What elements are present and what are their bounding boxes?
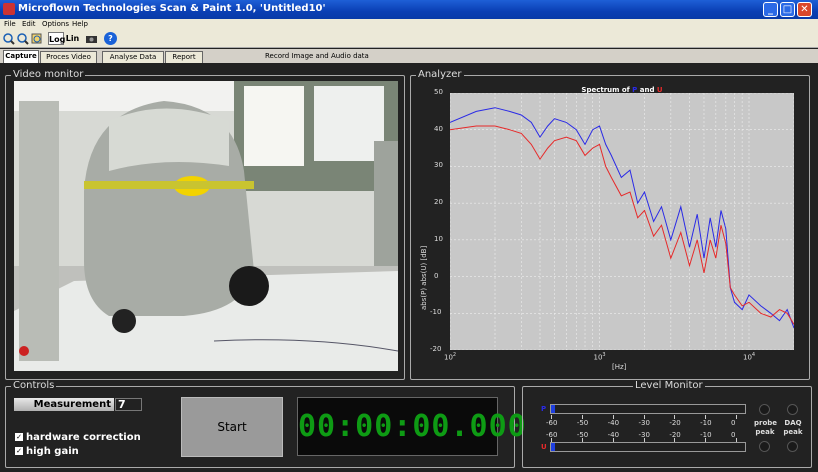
title-bar: Microflown Technologies Scan & Paint 1.0… [0, 0, 818, 19]
y-tick-label: 40 [434, 124, 443, 133]
hardware-correction-label: hardware correction [26, 432, 141, 443]
level-scale-tick [736, 415, 737, 419]
zoom-in-icon[interactable] [3, 33, 15, 45]
daq-peak-led-p [787, 404, 798, 415]
daq-peak-led-u [787, 441, 798, 452]
menu-file[interactable]: File [4, 20, 16, 28]
probe-peak-led-u [759, 441, 770, 452]
p-level-fill [551, 405, 555, 413]
level-monitor-label: Level Monitor [633, 380, 705, 391]
video-monitor-label: Video monitor [11, 69, 86, 80]
lin-button[interactable]: Lin [65, 32, 80, 45]
x-tick-label: 102 [444, 352, 457, 362]
x-axis-label: [Hz] [612, 363, 627, 371]
daq-peak-label-line2: peak [783, 428, 803, 436]
chart-title: Spectrum of P and U [450, 86, 794, 94]
chart-title-prefix: Spectrum of [581, 86, 633, 94]
measurement-value[interactable]: 7 [115, 398, 142, 411]
y-tick-label: 50 [434, 88, 443, 96]
help-icon[interactable]: ? [104, 32, 117, 45]
y-tick-label: -10 [430, 308, 442, 317]
start-button[interactable]: Start [181, 397, 283, 457]
zoom-fit-icon[interactable] [31, 33, 43, 45]
y-tick-label: 10 [434, 234, 443, 243]
level-scale-tick [643, 415, 645, 419]
tab-proces-video[interactable]: Proces Video [40, 51, 97, 63]
window-title: Microflown Technologies Scan & Paint 1.0… [18, 3, 326, 14]
tab-bar: Capture Proces Video Analyse Data Report… [0, 49, 818, 63]
menu-bar: File Edit Options Help [0, 19, 818, 30]
y-tick-label: -20 [430, 345, 442, 353]
tab-report[interactable]: Report [165, 51, 203, 63]
hardware-correction-checkbox[interactable]: ✓ hardware correction [15, 432, 141, 443]
y-axis-label: abs(P) abs(U) [dB] [420, 245, 428, 310]
tab-analyse-data[interactable]: Analyse Data [102, 51, 164, 63]
level-scale-label: -10 [700, 419, 712, 427]
level-scale-tick [581, 415, 583, 419]
chart-title-and: and [637, 86, 657, 94]
probe-peak-label: probe peak [754, 419, 778, 437]
menu-help[interactable]: Help [72, 20, 88, 28]
checkbox-icon[interactable]: ✓ [15, 433, 23, 441]
video-frame-image [14, 81, 398, 371]
app-icon [3, 3, 15, 15]
p-level-meter [550, 404, 746, 414]
video-feed [14, 81, 398, 371]
menu-options[interactable]: Options [42, 20, 69, 28]
toolbar: Log Lin ? [0, 30, 818, 48]
analyzer-label: Analyzer [416, 69, 464, 80]
x-tick-label: 104 [742, 352, 756, 362]
tab-capture[interactable]: Capture [3, 50, 39, 63]
level-scale-label: 0 [731, 419, 736, 427]
level-scale-label: -60 [546, 419, 558, 427]
measurement-label: Measurement [14, 398, 114, 411]
record-info: Record Image and Audio data [265, 52, 369, 60]
daq-peak-label-line1: DAQ [784, 419, 802, 427]
level-scale-tick [705, 415, 707, 419]
level-scale-tick [612, 415, 614, 419]
probe-peak-label-line2: peak [755, 428, 775, 436]
probe-peak-label-line1: probe [754, 419, 778, 427]
timer-display: 00:00:00.000 [297, 397, 526, 456]
spectrum-chart [449, 92, 795, 351]
u-level-meter [550, 442, 746, 452]
checkbox-icon[interactable]: ✓ [15, 447, 23, 455]
level-scale-label: -50 [576, 419, 589, 427]
x-tick-label: 103 [593, 352, 606, 362]
log-button[interactable]: Log [48, 32, 65, 45]
y-tick-label: 0 [434, 271, 439, 280]
u-level-fill [551, 443, 555, 451]
p-meter-label: P [541, 405, 547, 413]
level-scale-label: -20 [669, 419, 681, 427]
probe-peak-led-p [759, 404, 770, 415]
level-scale-label: -30 [638, 419, 650, 427]
high-gain-label: high gain [26, 446, 79, 457]
level-scale-label: -40 [607, 419, 620, 427]
maximize-button[interactable]: □ [780, 2, 795, 17]
zoom-out-icon[interactable] [17, 33, 29, 45]
level-scale-tick [674, 415, 676, 419]
daq-peak-label: DAQ peak [783, 419, 803, 437]
controls-label: Controls [11, 380, 57, 391]
level-scale-tick [551, 415, 552, 419]
level-scale-label: 0 [731, 431, 736, 439]
y-tick-label: 20 [434, 198, 443, 207]
close-button[interactable]: ✕ [797, 2, 812, 17]
minimize-button[interactable]: _ [763, 2, 778, 17]
chart-title-u: U [656, 86, 663, 94]
y-tick-label: 30 [434, 161, 443, 170]
camera-icon[interactable] [85, 33, 98, 45]
analyzer-plot [449, 92, 795, 351]
high-gain-checkbox[interactable]: ✓ high gain [15, 446, 79, 457]
u-meter-label: U [541, 443, 547, 451]
menu-edit[interactable]: Edit [22, 20, 36, 28]
